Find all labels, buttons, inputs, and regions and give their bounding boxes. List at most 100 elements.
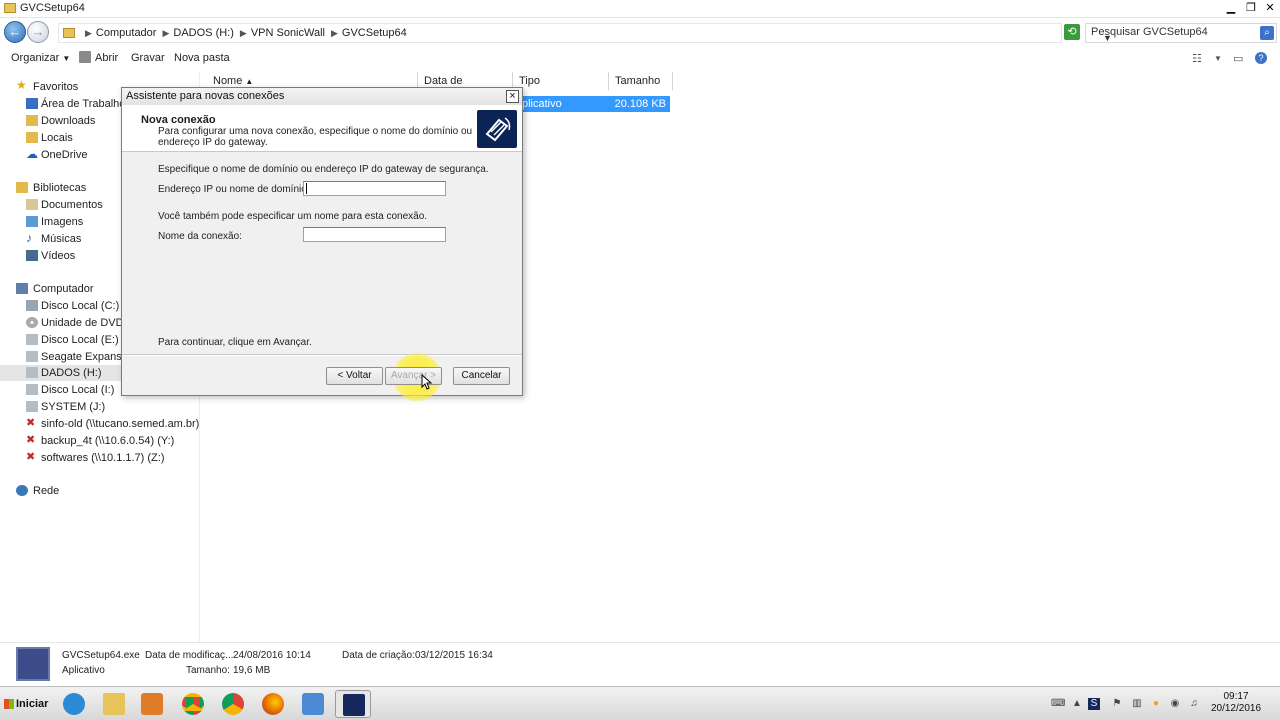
clock[interactable]: 09:17 20/12/2016 <box>1206 691 1266 715</box>
taskbar-chrome-alt[interactable] <box>215 690 251 718</box>
windows-logo-icon <box>4 699 14 709</box>
nav-net-x[interactable]: ✖ sinfo-old (\\tucano.semed.am.br) (X: <box>24 416 200 432</box>
clock-time: 09:17 <box>1223 691 1249 702</box>
column-name-label: Nome <box>213 75 243 87</box>
nav-label: Locais <box>41 132 73 144</box>
sonicwall-logo-icon <box>477 110 517 148</box>
breadcrumb-dados[interactable]: DADOS (H:) <box>173 27 234 39</box>
nav-net-z[interactable]: ✖ softwares (\\10.1.1.7) (Z:) <box>24 450 194 466</box>
new-folder-button[interactable]: Nova pasta <box>174 52 230 64</box>
network-drive-disconnected-icon: ✖ <box>26 417 36 429</box>
taskbar-chrome[interactable] <box>175 690 211 718</box>
breadcrumb-vpn[interactable]: VPN SonicWall <box>251 27 325 39</box>
volume-icon[interactable]: ◉ <box>1169 698 1181 710</box>
column-header-size[interactable]: Tamanho <box>609 72 673 90</box>
cancel-button[interactable]: Cancelar <box>453 367 510 385</box>
open-button[interactable]: Abrir <box>95 52 118 64</box>
refresh-icon[interactable]: ⟲ <box>1064 24 1080 40</box>
continue-hint: Para continuar, clique em Avançar. <box>158 337 312 348</box>
preview-pane-icon[interactable]: ▭ <box>1233 52 1243 65</box>
open-icon <box>79 51 91 63</box>
taskbar-firefox[interactable] <box>255 690 291 718</box>
chevron-right-icon[interactable]: ▶ <box>331 28 338 39</box>
nav-label: Disco Local (E:) <box>41 334 119 346</box>
dialog-title: Assistente para novas conexões <box>126 90 285 102</box>
star-icon: ★ <box>16 78 27 92</box>
breadcrumb[interactable]: ▶ Computador ▶ DADOS (H:) ▶ VPN SonicWal… <box>58 23 1112 43</box>
start-label: Iniciar <box>16 698 49 710</box>
address-bar: ← → ▶ Computador ▶ DADOS (H:) ▶ VPN Soni… <box>0 18 1280 46</box>
speaker-icon[interactable]: ♫ <box>1188 698 1200 710</box>
drive-icon <box>26 384 38 395</box>
action-center-icon[interactable]: ⚑ <box>1111 698 1123 710</box>
file-row[interactable]: plicativo 20.108 KB <box>518 96 670 112</box>
drive-icon <box>26 401 38 412</box>
file-type: plicativo <box>522 98 562 110</box>
view-options-icon[interactable]: ☷ <box>1192 52 1202 65</box>
clock-date: 20/12/2016 <box>1210 703 1262 714</box>
organize-button[interactable]: Organizar ▼ <box>11 52 70 64</box>
chrome-icon <box>222 693 244 715</box>
sonicwall-icon <box>343 694 365 716</box>
gateway-prompt: Especifique o nome de domínio ou endereç… <box>158 164 489 175</box>
detail-filename: GVCSetup64.exe <box>62 650 140 661</box>
chevron-right-icon[interactable]: ▶ <box>240 28 247 39</box>
back-button[interactable]: < Voltar <box>326 367 383 385</box>
keyboard-icon[interactable]: ⌨ <box>1051 698 1065 710</box>
column-header-type[interactable]: Tipo <box>513 72 609 90</box>
minimize-button[interactable]: ▁ <box>1223 1 1239 15</box>
search-placeholder: Pesquisar GVCSetup64 <box>1091 26 1208 38</box>
search-icon[interactable]: ⌕ <box>1260 26 1274 40</box>
search-input[interactable]: Pesquisar GVCSetup64 ⌕ <box>1085 23 1277 43</box>
organize-label: Organizar <box>11 52 60 64</box>
nav-label: backup_4t (\\10.6.0.54) (Y:) <box>41 435 175 447</box>
nav-net-y[interactable]: ✖ backup_4t (\\10.6.0.54) (Y:) <box>24 433 194 449</box>
taskbar-sonicwall[interactable] <box>335 690 371 718</box>
update-icon[interactable]: ● <box>1150 698 1162 710</box>
nav-label: Downloads <box>41 115 96 127</box>
chevron-down-icon[interactable]: ▼ <box>1214 54 1222 63</box>
chevron-right-icon[interactable]: ▶ <box>85 28 92 39</box>
taskbar-internet-explorer[interactable] <box>56 690 92 718</box>
start-button[interactable]: Iniciar <box>2 691 49 717</box>
maximize-button[interactable]: ❐ <box>1243 1 1259 15</box>
command-bar: Organizar ▼ Abrir Gravar Nova pasta ☷ ▼ … <box>0 46 1280 70</box>
nav-network[interactable]: Rede <box>14 483 194 499</box>
breadcrumb-gvcsetup[interactable]: GVCSetup64 <box>342 27 407 39</box>
forward-button[interactable]: → <box>27 21 49 43</box>
next-button[interactable]: Avançar > <box>385 367 442 385</box>
taskbar-control-panel[interactable] <box>295 690 331 718</box>
detail-created-value: 03/12/2015 16:34 <box>415 650 493 661</box>
back-button[interactable]: ← <box>4 21 26 43</box>
close-icon[interactable]: × <box>506 90 519 103</box>
chevron-right-icon[interactable]: ▶ <box>162 28 169 39</box>
chrome-icon <box>182 693 204 715</box>
control-panel-icon <box>302 693 324 715</box>
taskbar-file-explorer[interactable] <box>96 690 132 718</box>
ip-label: Endereço IP ou nome de domínio: <box>158 184 310 195</box>
network-tray-icon[interactable]: ▥ <box>1131 698 1143 710</box>
nav-drive-j[interactable]: SYSTEM (J:) <box>24 399 194 415</box>
help-icon[interactable]: ? <box>1255 52 1267 64</box>
window-title: GVCSetup64 <box>20 2 85 14</box>
name-prompt: Você também pode especificar um nome par… <box>158 211 428 222</box>
sonicwall-tray-icon[interactable]: S <box>1088 698 1100 710</box>
images-icon <box>26 216 38 227</box>
folder-icon <box>63 28 75 38</box>
burn-button[interactable]: Gravar <box>131 52 165 64</box>
chevron-up-icon[interactable]: ▲ <box>1071 698 1083 710</box>
breadcrumb-computer[interactable]: Computador <box>96 27 157 39</box>
detail-type: Aplicativo <box>62 665 105 676</box>
dialog-heading: Nova conexão <box>141 114 216 126</box>
installer-icon <box>16 647 50 681</box>
detail-modified-label: Data de modificaç... <box>145 650 234 661</box>
details-pane: GVCSetup64.exe Aplicativo Data de modifi… <box>0 642 1280 686</box>
nav-label: Área de Trabalho <box>41 98 126 110</box>
taskbar-media-player[interactable] <box>134 690 170 718</box>
file-size: 20.108 KB <box>614 98 666 110</box>
nav-label: Documentos <box>41 199 103 211</box>
connection-name-input[interactable] <box>303 227 446 242</box>
close-button[interactable]: ✕ <box>1262 1 1278 15</box>
nav-label: OneDrive <box>41 149 88 161</box>
ip-address-input[interactable] <box>303 181 446 196</box>
